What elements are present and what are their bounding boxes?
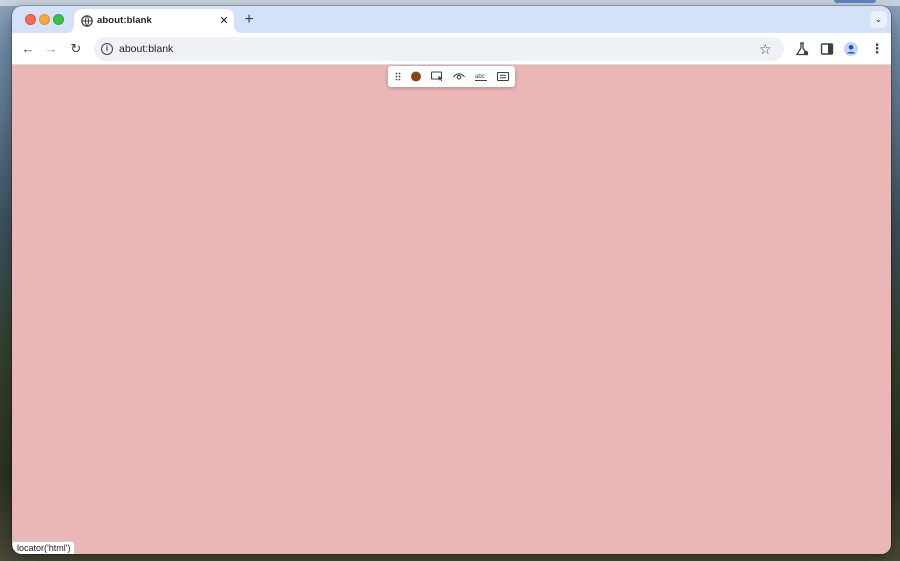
profile-avatar-icon[interactable] [843,41,859,57]
tab-close-icon[interactable]: ✕ [218,15,230,27]
assert-text-icon[interactable]: abc [474,70,488,83]
assert-visibility-icon[interactable] [452,70,466,83]
forward-button[interactable]: → [43,41,59,57]
svg-text:abc: abc [475,74,485,80]
inspector-toolbar: abc [388,66,515,87]
tab-title: about:blank [97,15,152,26]
window-close-button[interactable] [25,14,36,25]
back-button[interactable]: ← [20,41,36,57]
drag-handle-icon[interactable] [391,70,405,83]
tab-about-blank[interactable]: about:blank ✕ [66,9,242,33]
browser-toolbar: ← → ↻ i about:blank ☆ ⋮ [12,33,891,65]
new-tab-button[interactable]: + [241,12,257,28]
assert-value-icon[interactable] [496,70,510,83]
record-icon[interactable] [409,70,423,83]
desktop-menu-indicator [834,0,876,3]
address-bar-url[interactable]: about:blank [119,43,173,55]
side-panel-icon[interactable] [819,41,835,57]
title-bar: about:blank ✕ + ⌄ [12,6,891,33]
info-icon[interactable]: i [101,43,113,55]
browser-menu-icon[interactable]: ⋮ [869,41,885,57]
reload-button[interactable]: ↻ [68,41,84,57]
bookmark-star-icon[interactable]: ☆ [759,40,772,58]
labs-flask-icon[interactable] [794,41,810,57]
tab-search-button[interactable]: ⌄ [870,11,887,28]
locator-tooltip: locator('html') [12,541,76,554]
pick-locator-icon[interactable] [430,70,444,83]
window-maximize-button[interactable] [53,14,64,25]
address-bar[interactable]: i about:blank ☆ [94,37,784,61]
browser-window: about:blank ✕ + ⌄ ← → ↻ i about:blank ☆ … [12,6,891,554]
page-content[interactable]: abc locator('html') [12,65,891,554]
window-minimize-button[interactable] [39,14,50,25]
globe-icon [81,15,93,27]
